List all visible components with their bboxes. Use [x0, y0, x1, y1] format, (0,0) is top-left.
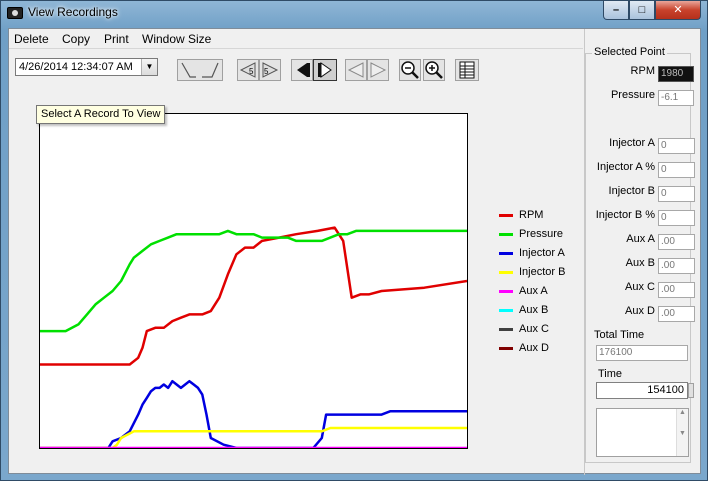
- line-chart: [40, 226, 468, 450]
- first-record-button[interactable]: [291, 59, 313, 81]
- legend-item: Aux D: [499, 342, 579, 356]
- zoom-in-icon: [425, 61, 443, 79]
- menu-bar: Delete Copy Print Window Size: [9, 29, 583, 48]
- rpm-label: RPM: [630, 65, 655, 77]
- data-table-button[interactable]: [455, 59, 479, 81]
- legend-label: Injector B: [519, 266, 566, 278]
- series-line-injector-a: [40, 379, 467, 450]
- step-back-5-icon: 5: [239, 62, 256, 78]
- legend-swatch: [499, 309, 513, 312]
- injector-b-pct-field: 0: [658, 210, 695, 226]
- legend-swatch: [499, 328, 513, 331]
- notes-scrollbar[interactable]: ▲ ▼: [676, 409, 688, 456]
- pressure-label: Pressure: [610, 89, 655, 101]
- legend-swatch: [499, 290, 513, 293]
- selected-point-title: Selected Point: [592, 46, 667, 58]
- previous-button[interactable]: [345, 59, 367, 81]
- record-select[interactable]: 4/26/2014 12:34:07 AM ▼: [15, 58, 158, 76]
- line-style-button[interactable]: [177, 59, 223, 81]
- client-area: Delete Copy Print Window Size 4/26/2014 …: [8, 28, 702, 475]
- svg-text:5: 5: [249, 67, 254, 76]
- camera-icon: [7, 7, 23, 19]
- menu-print[interactable]: Print: [104, 32, 129, 46]
- zoom-out-icon: [401, 61, 419, 79]
- legend-item: Pressure: [499, 228, 579, 242]
- legend-swatch: [499, 271, 513, 274]
- legend-item: RPM: [499, 209, 579, 223]
- menu-window-size[interactable]: Window Size: [142, 32, 211, 46]
- series-line-injector-b: [40, 426, 467, 450]
- legend-item: Injector A: [499, 247, 579, 261]
- svg-text:5: 5: [264, 67, 269, 76]
- injector-a-field: 0: [658, 138, 695, 154]
- time-label: Time: [598, 368, 623, 380]
- zoom-out-button[interactable]: [399, 59, 421, 81]
- time-spinner[interactable]: [688, 383, 694, 398]
- record-tooltip: Select A Record To View: [36, 105, 166, 124]
- legend-label: Pressure: [519, 228, 564, 240]
- legend-label: Aux A: [519, 285, 548, 297]
- legend-swatch: [499, 214, 513, 217]
- total-time-label: Total Time: [594, 329, 645, 341]
- injector-b-field: 0: [658, 186, 695, 202]
- aux-d-field: .00: [658, 306, 695, 322]
- zoom-in-button[interactable]: [423, 59, 445, 81]
- legend-swatch: [499, 252, 513, 255]
- close-button[interactable]: ✕: [655, 1, 701, 20]
- legend-label: Aux B: [519, 304, 549, 316]
- minimize-button[interactable]: –: [603, 1, 629, 20]
- legend-item: Aux A: [499, 285, 579, 299]
- legend-label: Aux C: [519, 323, 549, 335]
- total-time-field: 176100: [596, 345, 688, 361]
- aux-d-label: Aux D: [625, 305, 655, 317]
- notes-textarea[interactable]: ▲ ▼: [596, 408, 689, 457]
- line-style-icon: [181, 62, 219, 78]
- app-window: View Recordings – □ ✕ Delete Copy Print …: [0, 0, 708, 481]
- legend-item: Injector B: [499, 266, 579, 280]
- aux-c-field: .00: [658, 282, 695, 298]
- previous-icon: [347, 62, 364, 78]
- chart-plot-area[interactable]: [39, 113, 468, 450]
- injector-b-pct-label: Injector B %: [595, 209, 655, 221]
- injector-a-label: Injector A: [609, 137, 655, 149]
- last-record-icon: [318, 62, 332, 78]
- step-forward-5-icon: 5: [262, 62, 279, 78]
- series-line-rpm: [40, 226, 468, 366]
- injector-a-pct-field: 0: [658, 162, 695, 178]
- menu-copy[interactable]: Copy: [62, 32, 90, 46]
- aux-c-label: Aux C: [625, 281, 655, 293]
- injector-a-pct-label: Injector A %: [596, 161, 655, 173]
- aux-b-field: .00: [658, 258, 695, 274]
- menu-divider: [9, 48, 583, 49]
- legend-swatch: [499, 233, 513, 236]
- next-icon: [370, 62, 387, 78]
- maximize-button[interactable]: □: [629, 1, 655, 20]
- aux-b-label: Aux B: [625, 257, 655, 269]
- aux-a-label: Aux A: [626, 233, 655, 245]
- legend-label: Aux D: [519, 342, 549, 354]
- record-select-value: 4/26/2014 12:34:07 AM: [19, 61, 133, 73]
- step-back-5-button[interactable]: 5: [237, 59, 259, 81]
- last-record-button[interactable]: [313, 59, 337, 81]
- step-forward-5-button[interactable]: 5: [259, 59, 281, 81]
- legend-item: Aux B: [499, 304, 579, 318]
- data-table-icon: [459, 61, 475, 79]
- legend-item: Aux C: [499, 323, 579, 337]
- menu-delete[interactable]: Delete: [14, 32, 49, 46]
- injector-b-label: Injector B: [608, 185, 655, 197]
- rpm-field: 1980: [658, 66, 694, 82]
- first-record-icon: [297, 63, 310, 77]
- legend-label: RPM: [519, 209, 544, 221]
- legend-swatch: [499, 347, 513, 350]
- window-title: View Recordings: [28, 5, 118, 19]
- legend-label: Injector A: [519, 247, 565, 259]
- next-button[interactable]: [367, 59, 389, 81]
- series-line-pressure: [40, 229, 467, 333]
- chevron-down-icon[interactable]: ▼: [141, 59, 157, 75]
- pressure-field: -6.1: [658, 90, 694, 106]
- selected-point-panel: Selected Point RPM 1980 Pressure -6.1 In…: [584, 29, 702, 475]
- title-bar[interactable]: View Recordings – □ ✕: [1, 1, 707, 25]
- aux-a-field: .00: [658, 234, 695, 250]
- time-input[interactable]: 154100: [596, 382, 688, 399]
